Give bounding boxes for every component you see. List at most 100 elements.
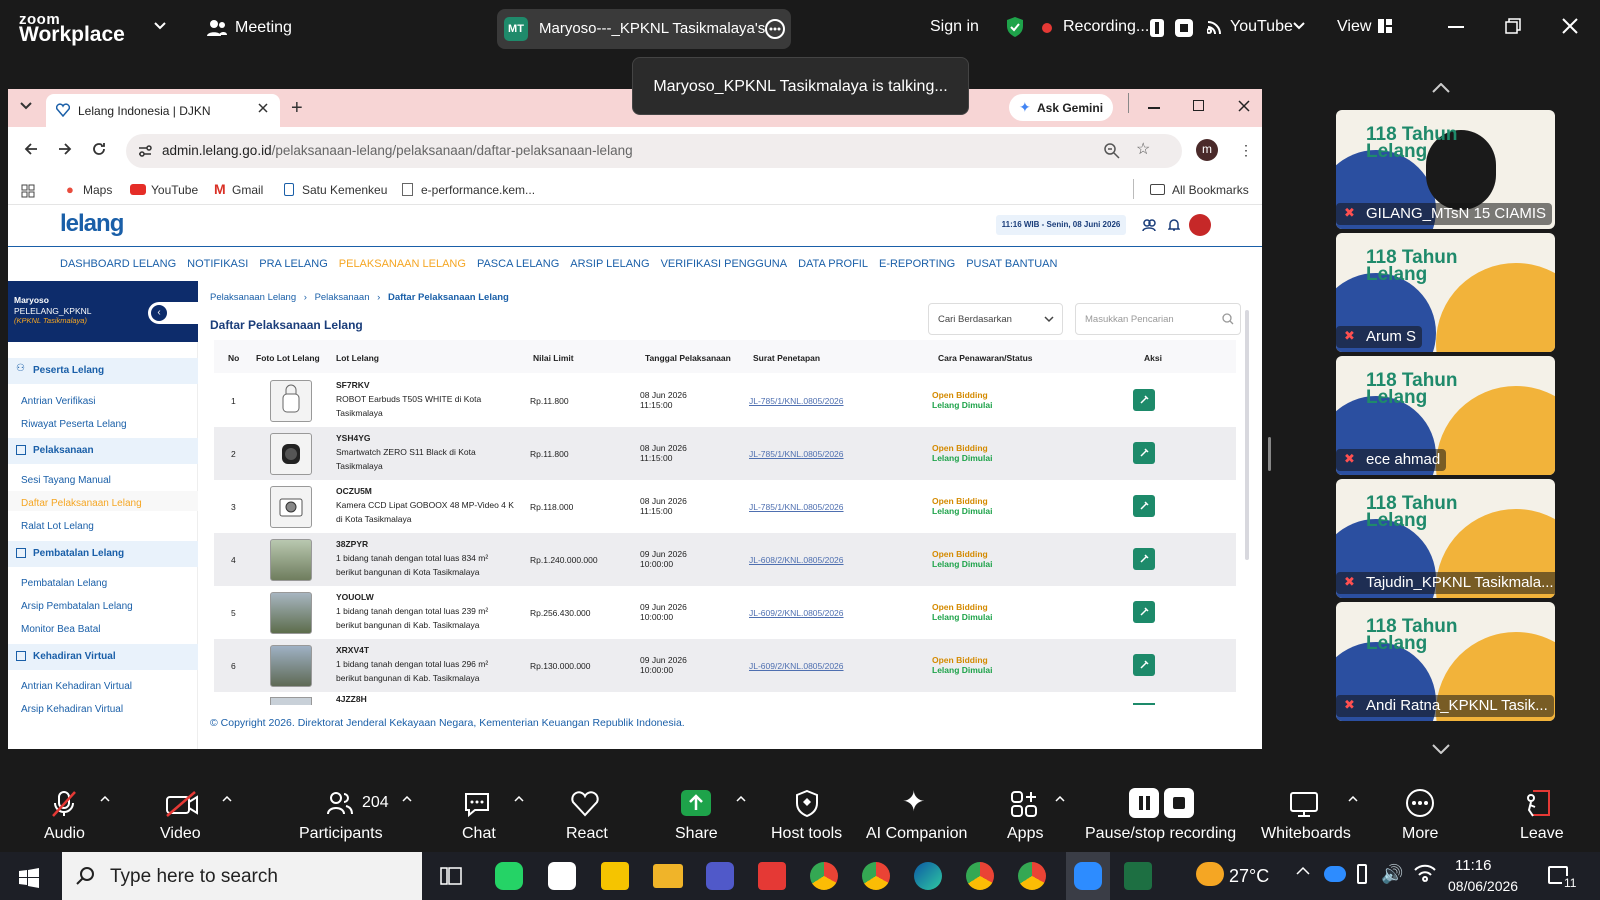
breadcrumb-pelaksanaan-lelang[interactable]: Pelaksanaan Lelang	[210, 292, 296, 303]
file-explorer-icon[interactable]	[653, 864, 683, 888]
meeting-label[interactable]: Meeting	[235, 19, 292, 37]
table-row-partial[interactable]: 4JZZ8H	[214, 692, 1236, 705]
more-options-icon[interactable]	[764, 18, 786, 40]
smartwatch-thumbnail[interactable]	[270, 433, 312, 475]
ai-sparkle-icon[interactable]: ✦	[902, 788, 925, 816]
media-player-icon[interactable]	[601, 862, 629, 890]
windows-start-icon[interactable]	[19, 868, 39, 888]
excel-icon[interactable]	[1124, 862, 1152, 890]
pdf-icon[interactable]	[758, 862, 786, 890]
ai-companion-button[interactable]: AI Companion	[866, 825, 967, 843]
react-button[interactable]: React	[566, 825, 608, 843]
url-bar[interactable]: admin.lelang.go.id/pelaksanaan-lelang/pe…	[126, 134, 1182, 168]
action-button[interactable]	[1133, 703, 1155, 705]
browser-minimize-icon[interactable]	[1148, 107, 1160, 109]
bookmark-satu-kemenkeu[interactable]: Satu Kemenkeu	[302, 183, 387, 197]
youtube-livestream[interactable]: YouTube	[1230, 18, 1293, 36]
sidebar-item-antrian-kehadiran[interactable]: Antrian Kehadiran Virtual	[21, 681, 132, 692]
panel-resizer[interactable]	[1268, 437, 1271, 471]
profile-avatar[interactable]: m	[1196, 139, 1218, 161]
surat-penetapan-link[interactable]: JL-785/1/KNL.0805/2026	[749, 396, 844, 406]
surat-penetapan-link[interactable]: JL-609/2/KNL.0805/2026	[749, 661, 844, 671]
earbuds-thumbnail[interactable]	[270, 380, 312, 422]
chevron-up-icon[interactable]	[1432, 83, 1450, 93]
menu-pra-lelang[interactable]: PRA LELANG	[259, 258, 327, 270]
site-info-icon[interactable]	[138, 144, 152, 158]
pause-recording-icon[interactable]	[1150, 19, 1164, 37]
bookmark-gmail[interactable]: Gmail	[232, 183, 263, 197]
chrome-icon[interactable]	[810, 862, 838, 890]
leave-door-icon[interactable]	[1523, 788, 1553, 818]
menu-dashboard[interactable]: DASHBOARD LELANG	[60, 258, 176, 270]
menu-pasca-lelang[interactable]: PASCA LELANG	[477, 258, 559, 270]
audio-button[interactable]: Audio	[44, 825, 85, 843]
temperature[interactable]: 27°C	[1229, 866, 1269, 887]
zoom-app-icon[interactable]	[1074, 862, 1102, 890]
sidebar-item-daftar-pelaksanaan[interactable]: Daftar Pelaksanaan Lelang	[21, 498, 142, 509]
sidebar-section-peserta[interactable]: Peserta Lelang	[8, 358, 198, 384]
reload-icon[interactable]	[92, 142, 106, 156]
menu-verifikasi-pengguna[interactable]: VERIFIKASI PENGGUNA	[661, 258, 788, 270]
chevron-down-icon[interactable]	[1432, 744, 1450, 754]
surat-penetapan-link[interactable]: JL-785/1/KNL.0805/2026	[749, 449, 844, 459]
action-button[interactable]	[1133, 495, 1155, 517]
stop-recording-icon[interactable]	[1175, 19, 1193, 37]
battery-icon[interactable]	[1357, 864, 1367, 884]
chevron-down-icon[interactable]	[1293, 22, 1305, 30]
sidebar-item-arsip-pembatalan[interactable]: Arsip Pembatalan Lelang	[21, 601, 133, 612]
taskbar-search[interactable]: Type here to search	[62, 852, 422, 900]
table-row[interactable]: 6 XRXV4T 1 bidang tanah dengan total lua…	[214, 639, 1236, 692]
chat-icon[interactable]	[463, 790, 491, 818]
forward-arrow-icon[interactable]	[58, 142, 72, 156]
chevron-up-icon[interactable]	[736, 796, 746, 802]
onedrive-icon[interactable]	[1324, 866, 1346, 882]
edge-icon[interactable]	[914, 862, 942, 890]
sidebar-item-ralat-lot[interactable]: Ralat Lot Lelang	[21, 521, 94, 532]
browser-maximize-icon[interactable]	[1193, 100, 1204, 111]
chevron-up-icon[interactable]	[1348, 796, 1358, 802]
menu-notifikasi[interactable]: NOTIFIKASI	[187, 258, 248, 270]
participant-tile[interactable]: 118 Tahun Lelang Andi Ratna_KPKNL Tasik..…	[1336, 602, 1555, 721]
sign-in-button[interactable]: Sign in	[930, 18, 979, 36]
video-button[interactable]: Video	[160, 825, 201, 843]
grid-view-icon[interactable]	[1377, 18, 1393, 34]
apps-grid-icon[interactable]	[21, 184, 35, 198]
chevron-up-icon[interactable]	[1296, 866, 1310, 876]
lelang-logo[interactable]: lelang	[60, 210, 124, 238]
capcut-icon[interactable]	[548, 862, 576, 890]
wifi-icon[interactable]	[1414, 864, 1436, 882]
bookmark-eperformance[interactable]: e-performance.kem...	[421, 183, 535, 197]
more-button[interactable]: More	[1402, 825, 1438, 843]
land-photo-thumbnail[interactable]	[270, 697, 312, 705]
users-icon[interactable]	[1142, 218, 1156, 232]
bookmark-youtube[interactable]: YouTube	[151, 183, 198, 197]
zoom-page-icon[interactable]	[1104, 143, 1120, 159]
sidebar-section-pelaksanaan[interactable]: Pelaksanaan	[8, 438, 198, 464]
view-button[interactable]: View	[1337, 18, 1371, 36]
surat-penetapan-link[interactable]: JL-608/2/KNL.0805/2026	[749, 555, 844, 565]
action-button[interactable]	[1133, 548, 1155, 570]
bell-icon[interactable]	[1168, 218, 1180, 232]
sidebar-item-riwayat-peserta[interactable]: Riwayat Peserta Lelang	[21, 419, 127, 430]
participant-tile[interactable]: 118 Tahun Lelang ece ahmad ✖	[1336, 356, 1555, 475]
collapse-tab[interactable]: ‹	[148, 302, 198, 324]
participants-icon[interactable]	[327, 790, 353, 816]
heart-icon[interactable]	[570, 790, 600, 818]
pause-icon[interactable]	[1129, 788, 1159, 818]
search-input[interactable]: Masukkan Pencarian	[1075, 303, 1241, 335]
chevron-up-icon[interactable]	[222, 796, 232, 802]
muted-mic-icon[interactable]	[50, 790, 78, 818]
leave-button[interactable]: Leave	[1520, 825, 1564, 843]
apps-icon[interactable]	[1010, 790, 1038, 818]
land-photo-thumbnail[interactable]	[270, 592, 312, 634]
speaker-icon[interactable]: 🔊	[1381, 864, 1403, 884]
camera-thumbnail[interactable]	[270, 486, 312, 528]
whiteboard-icon[interactable]	[1289, 790, 1319, 818]
tab-search-icon[interactable]	[20, 102, 32, 110]
close-icon[interactable]	[1562, 18, 1578, 34]
menu-pusat-bantuan[interactable]: PUSAT BANTUAN	[966, 258, 1057, 270]
table-row[interactable]: 4 38ZPYR 1 bidang tanah dengan total lua…	[214, 533, 1236, 586]
host-tools-button[interactable]: Host tools	[771, 825, 842, 843]
clock-date[interactable]: 08/06/2026	[1448, 878, 1518, 894]
participant-tile[interactable]: 118 Tahun Lelang GILANG_MTsN 15 CIAMIS ✖	[1336, 110, 1555, 229]
